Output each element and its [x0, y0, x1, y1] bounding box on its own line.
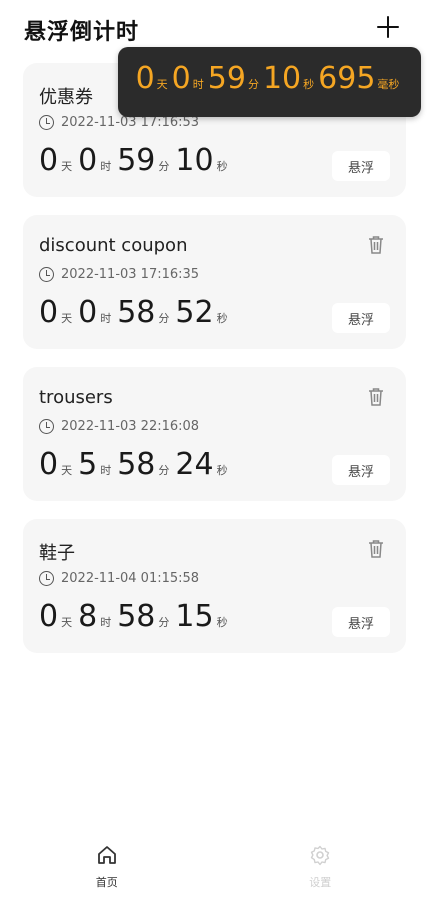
gear-icon: [309, 844, 331, 870]
nav-settings[interactable]: 设置: [214, 830, 427, 900]
card-time-text: 2022-11-04 01:15:58: [61, 571, 200, 586]
overlay-minutes: 59: [207, 61, 246, 96]
float-button[interactable]: 悬浮: [332, 303, 390, 333]
card-target-time: 2022-11-03 17:16:35: [39, 267, 199, 282]
overlay-seconds-unit: 秒: [303, 78, 315, 91]
card-name: 鞋子: [39, 543, 75, 564]
card-name: discount coupon: [39, 235, 188, 256]
minutes-value: 58: [117, 295, 156, 330]
minutes-value: 59: [117, 143, 156, 178]
floating-countdown-window[interactable]: 0天 0时 59 分 10 秒 695 毫秒: [118, 47, 421, 117]
days-value: 0: [39, 143, 59, 178]
card-target-time: 2022-11-03 22:16:08: [39, 419, 199, 434]
card-target-time: 2022-11-03 17:16:53: [39, 115, 199, 130]
seconds-unit: 秒: [216, 616, 228, 629]
card-name: 优惠券: [39, 87, 93, 108]
seconds-value: 15: [175, 599, 214, 634]
float-button[interactable]: 悬浮: [332, 151, 390, 181]
days-value: 0: [39, 447, 59, 482]
seconds-value: 52: [175, 295, 214, 330]
countdown-list: 优惠券 2022-11-03 17:16:53 0天 0时 59 分 10 秒 悬浮…: [23, 63, 406, 671]
countdown-card: trousers 2022-11-03 22:16:08 0天 5时 58 分 2…: [23, 367, 406, 501]
hours-value: 0: [78, 143, 98, 178]
hours-unit: 时: [100, 616, 112, 629]
minutes-unit: 分: [158, 312, 170, 325]
seconds-unit: 秒: [216, 312, 228, 325]
card-countdown: 0天 0时 58 分 52 秒: [39, 295, 234, 330]
clock-icon: [39, 419, 54, 434]
hours-value: 0: [78, 295, 98, 330]
hours-value: 8: [78, 599, 98, 634]
overlay-days-unit: 天: [156, 78, 168, 91]
hours-unit: 时: [100, 464, 112, 477]
seconds-value: 24: [175, 447, 214, 482]
days-unit: 天: [61, 616, 73, 629]
overlay-seconds: 10: [262, 61, 302, 96]
nav-home[interactable]: 首页: [0, 830, 214, 900]
hours-unit: 时: [100, 312, 112, 325]
float-button[interactable]: 悬浮: [332, 607, 390, 637]
overlay-minutes-unit: 分: [247, 78, 259, 91]
seconds-value: 10: [175, 143, 214, 178]
hours-value: 5: [78, 447, 98, 482]
bottom-nav: 首页 设置: [0, 830, 427, 900]
days-unit: 天: [61, 464, 73, 477]
page-title: 悬浮倒计时: [24, 20, 140, 45]
nav-home-label: 首页: [95, 876, 118, 889]
seconds-unit: 秒: [216, 464, 228, 477]
minutes-value: 58: [117, 599, 156, 634]
seconds-unit: 秒: [216, 160, 228, 173]
minutes-unit: 分: [158, 464, 170, 477]
card-countdown: 0天 5时 58 分 24 秒: [39, 447, 234, 482]
countdown-card: discount coupon 2022-11-03 17:16:35 0天 0…: [23, 215, 406, 349]
overlay-days: 0: [135, 61, 155, 96]
app-root: 悬浮倒计时 优惠券 2022-11-03 17:16:53 0天 0时 59 分 …: [0, 0, 427, 900]
card-name: trousers: [39, 387, 113, 408]
clock-icon: [39, 115, 54, 130]
overlay-millis-unit: 毫秒: [377, 78, 400, 91]
days-unit: 天: [61, 160, 73, 173]
overlay-millis: 695: [318, 61, 376, 96]
card-countdown: 0天 8时 58 分 15 秒: [39, 599, 234, 634]
overlay-hours-unit: 时: [192, 78, 204, 91]
nav-settings-label: 设置: [309, 876, 332, 889]
overlay-hours: 0: [171, 61, 191, 96]
hours-unit: 时: [100, 160, 112, 173]
card-time-text: 2022-11-03 17:16:35: [61, 267, 200, 282]
card-time-text: 2022-11-03 17:16:53: [61, 115, 200, 130]
card-time-text: 2022-11-03 22:16:08: [61, 419, 200, 434]
minutes-value: 58: [117, 447, 156, 482]
clock-icon: [39, 571, 54, 586]
trash-icon[interactable]: [368, 235, 384, 255]
days-value: 0: [39, 599, 59, 634]
float-button[interactable]: 悬浮: [332, 455, 390, 485]
clock-icon: [39, 267, 54, 282]
trash-icon[interactable]: [368, 387, 384, 407]
add-icon[interactable]: [375, 14, 401, 40]
minutes-unit: 分: [158, 160, 170, 173]
home-icon: [96, 844, 118, 870]
countdown-card: 鞋子 2022-11-04 01:15:58 0天 8时 58 分 15 秒 悬浮: [23, 519, 406, 653]
card-target-time: 2022-11-04 01:15:58: [39, 571, 199, 586]
card-countdown: 0天 0时 59 分 10 秒: [39, 143, 234, 178]
minutes-unit: 分: [158, 616, 170, 629]
days-unit: 天: [61, 312, 73, 325]
days-value: 0: [39, 295, 59, 330]
trash-icon[interactable]: [368, 539, 384, 559]
